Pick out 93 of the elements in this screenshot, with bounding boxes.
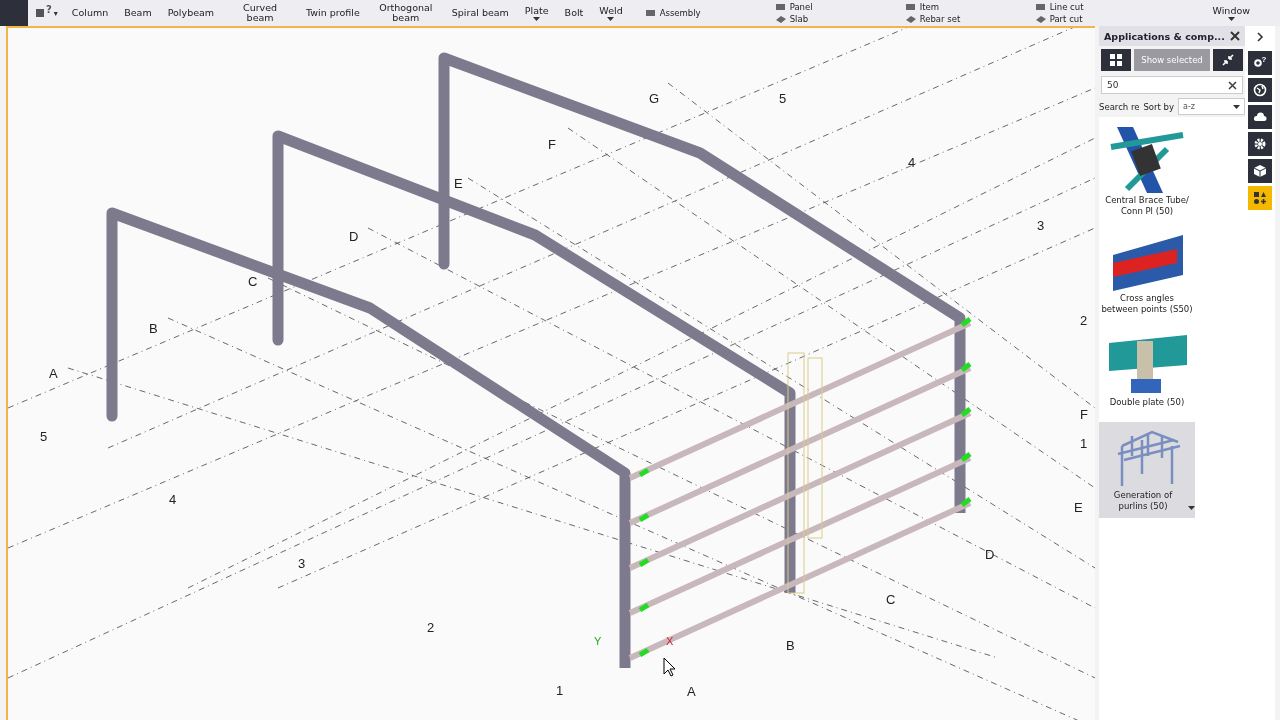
sort-label: Sort by: [1143, 101, 1174, 112]
toolbar-button[interactable]: Orthogonal beam: [369, 0, 442, 26]
axis-label: Y: [594, 635, 602, 647]
panel-title: Applications & comp...: [1104, 30, 1225, 42]
toolbar-edge: [0, 0, 28, 26]
component-item[interactable]: Double plate (50): [1099, 329, 1195, 414]
close-icon[interactable]: [1230, 31, 1240, 41]
grid-view-button[interactable]: [1101, 49, 1131, 71]
grid-label: 5: [40, 429, 48, 444]
help-button[interactable]: ? ▾: [32, 0, 62, 26]
grid-icon: [1110, 54, 1122, 66]
tool-icon: [1034, 2, 1047, 12]
model-viewport[interactable]: A B C D E F G 5 4 3 2 F 1 E D C B 1 A 2 3 4 5 Y X: [6, 26, 1095, 720]
grid-label: 4: [169, 492, 177, 507]
grid-label: C: [248, 274, 258, 289]
toolbar-button[interactable]: Curved beam: [224, 0, 297, 26]
component-label: Generation of purlins (50): [1112, 490, 1174, 512]
grid-label: C: [886, 592, 896, 607]
toolbar-button[interactable]: Part cut: [1030, 13, 1151, 25]
grid-label: G: [649, 91, 660, 106]
side-tab[interactable]: [1248, 132, 1272, 156]
gear-icon: [1253, 59, 1262, 67]
toolbar-button[interactable]: Twin profile: [300, 0, 366, 26]
grid-label: E: [454, 176, 463, 191]
toolbar-button[interactable]: Column: [65, 0, 115, 26]
side-tab[interactable]: ?: [1248, 51, 1272, 75]
tool-icon: [904, 2, 917, 12]
toolbar-button[interactable]: Polybeam: [161, 0, 221, 26]
grid-label: 3: [1037, 218, 1045, 233]
window-button[interactable]: Window: [1206, 0, 1256, 26]
help-mark: ?: [1261, 55, 1267, 64]
shrink-icon: [1222, 54, 1234, 66]
side-tab[interactable]: [1248, 105, 1272, 129]
caret-icon: [1233, 104, 1240, 109]
component-item[interactable]: Cross angles between points (S50): [1099, 231, 1195, 321]
grid-label: F: [548, 137, 556, 152]
plate-thumbnail-icon: [1107, 333, 1187, 395]
grid-label: B: [786, 638, 795, 653]
grid-label: 4: [908, 155, 916, 170]
caret-icon: ▾: [53, 8, 58, 18]
search-field[interactable]: 50: [1101, 76, 1243, 94]
cloud-icon: [1253, 110, 1267, 124]
cube-icon: [1253, 164, 1267, 178]
toolbar-button[interactable]: Assembly: [640, 7, 761, 19]
help-mark: ?: [46, 4, 52, 15]
toolbar-button[interactable]: Bolt: [558, 0, 590, 26]
toolbar-button[interactable]: Beam: [118, 0, 158, 26]
component-label: Double plate (50): [1108, 397, 1186, 408]
grid-label: F: [1080, 407, 1088, 422]
toolbar-button[interactable]: Slab: [770, 13, 891, 25]
grid-label: A: [49, 366, 58, 381]
tool-icon: [1034, 14, 1047, 24]
search-results-label: Search re: [1099, 101, 1140, 112]
cursor-icon: [663, 657, 676, 677]
toolbar-button[interactable]: Line cut: [1030, 1, 1151, 13]
component-label: Central Brace Tube/ Conn Pl (50): [1104, 195, 1190, 217]
axis-label: X: [666, 635, 674, 647]
caret-icon: [1188, 506, 1195, 510]
toolbar-button[interactable]: Rebar set: [900, 13, 1021, 25]
grid-label: 3: [298, 556, 306, 571]
side-tab[interactable]: [1248, 159, 1272, 183]
square-icon: [36, 9, 44, 17]
toolbar-button[interactable]: Panel: [770, 1, 891, 13]
chevron-icon[interactable]: [1256, 32, 1264, 42]
tool-icon: [644, 8, 657, 18]
component-label: Cross angles between points (S50): [1100, 293, 1194, 315]
side-tab[interactable]: [1248, 78, 1272, 102]
toolbar-button[interactable]: Weld: [593, 0, 629, 26]
side-tab[interactable]: [1248, 186, 1272, 210]
toolbar-button[interactable]: Item: [900, 1, 1021, 13]
toolbar-button[interactable]: Spiral beam: [445, 0, 515, 26]
grid-label: 1: [1080, 436, 1088, 451]
tool-icon: [904, 14, 917, 24]
sort-dropdown[interactable]: a-z: [1178, 98, 1245, 115]
grid-label: A: [687, 684, 696, 699]
component-item[interactable]: Central Brace Tube/ Conn Pl (50): [1099, 123, 1195, 223]
grid-label: E: [1074, 500, 1083, 515]
grid-label: 2: [427, 620, 435, 635]
clear-icon[interactable]: [1228, 80, 1237, 90]
grid-label: 2: [1080, 313, 1088, 328]
shapes-icon: [1253, 191, 1267, 205]
grid-label: D: [985, 547, 995, 562]
grid-label: 1: [556, 683, 564, 698]
settings-icon: [1253, 137, 1267, 151]
component-item[interactable]: Generation of purlins (50): [1099, 422, 1195, 518]
grid-label: 5: [779, 91, 787, 106]
toolbar-button[interactable]: Plate: [518, 0, 555, 26]
tool-icon: [774, 2, 787, 12]
tool-icon: [774, 14, 787, 24]
globe-icon: [1253, 83, 1267, 97]
grid-label: D: [349, 229, 359, 244]
grid-label: B: [149, 321, 158, 336]
collapse-button[interactable]: [1213, 49, 1243, 71]
